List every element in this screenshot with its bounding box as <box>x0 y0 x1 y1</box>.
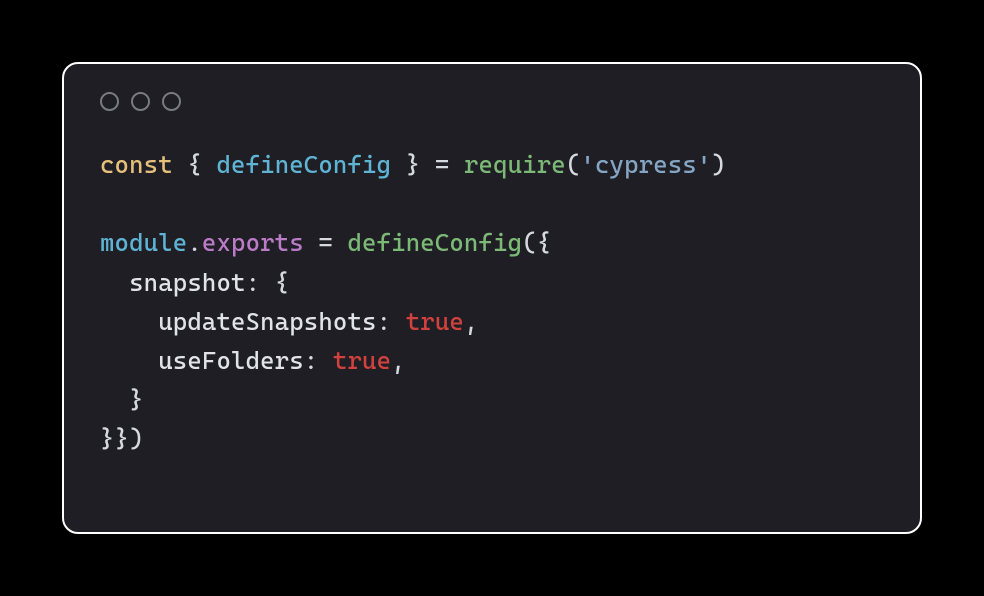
code-block: const { defineConfig } = require('cypres… <box>100 145 884 459</box>
window-controls <box>100 92 884 111</box>
equals: = <box>318 228 333 257</box>
colon: : <box>246 268 261 297</box>
paren-close: ) <box>129 424 144 453</box>
code-line: updateSnapshots: true, <box>100 307 479 336</box>
bool-true: true <box>406 307 464 336</box>
equals: = <box>435 150 450 179</box>
call-defineconfig: defineConfig <box>347 228 522 257</box>
code-line: }}) <box>100 424 144 453</box>
string-cypress: cypress <box>595 150 697 179</box>
code-line: module.exports = defineConfig({ <box>100 228 551 257</box>
brace-open: { <box>187 150 202 179</box>
paren-close: ) <box>711 150 726 179</box>
code-window: const { defineConfig } = require('cypres… <box>62 62 922 534</box>
identifier-defineconfig: defineConfig <box>216 150 391 179</box>
keyword-const: const <box>100 150 173 179</box>
close-icon[interactable] <box>100 92 119 111</box>
paren-open: ( <box>566 150 581 179</box>
paren-open: ( <box>522 228 537 257</box>
code-line: useFolders: true, <box>100 346 406 375</box>
code-line: snapshot: { <box>100 268 289 297</box>
string-quote: ' <box>697 150 712 179</box>
brace-open: { <box>275 268 290 297</box>
maximize-icon[interactable] <box>162 92 181 111</box>
key-snapshot: snapshot <box>129 268 245 297</box>
brace-close: } <box>100 424 115 453</box>
key-usefolders: useFolders <box>158 346 304 375</box>
comma: , <box>464 307 479 336</box>
code-line: } <box>100 385 144 414</box>
identifier-module: module <box>100 228 187 257</box>
comma: , <box>391 346 406 375</box>
colon: : <box>377 307 392 336</box>
brace-close: } <box>115 424 130 453</box>
key-updatesnapshots: updateSnapshots <box>158 307 376 336</box>
brace-close: } <box>129 385 144 414</box>
identifier-exports: exports <box>202 228 304 257</box>
string-quote: ' <box>580 150 595 179</box>
minimize-icon[interactable] <box>131 92 150 111</box>
brace-open: { <box>537 228 552 257</box>
code-line: const { defineConfig } = require('cypres… <box>100 150 726 179</box>
brace-close: } <box>406 150 421 179</box>
colon: : <box>304 346 319 375</box>
dot: . <box>187 228 202 257</box>
call-require: require <box>464 150 566 179</box>
bool-true: true <box>333 346 391 375</box>
